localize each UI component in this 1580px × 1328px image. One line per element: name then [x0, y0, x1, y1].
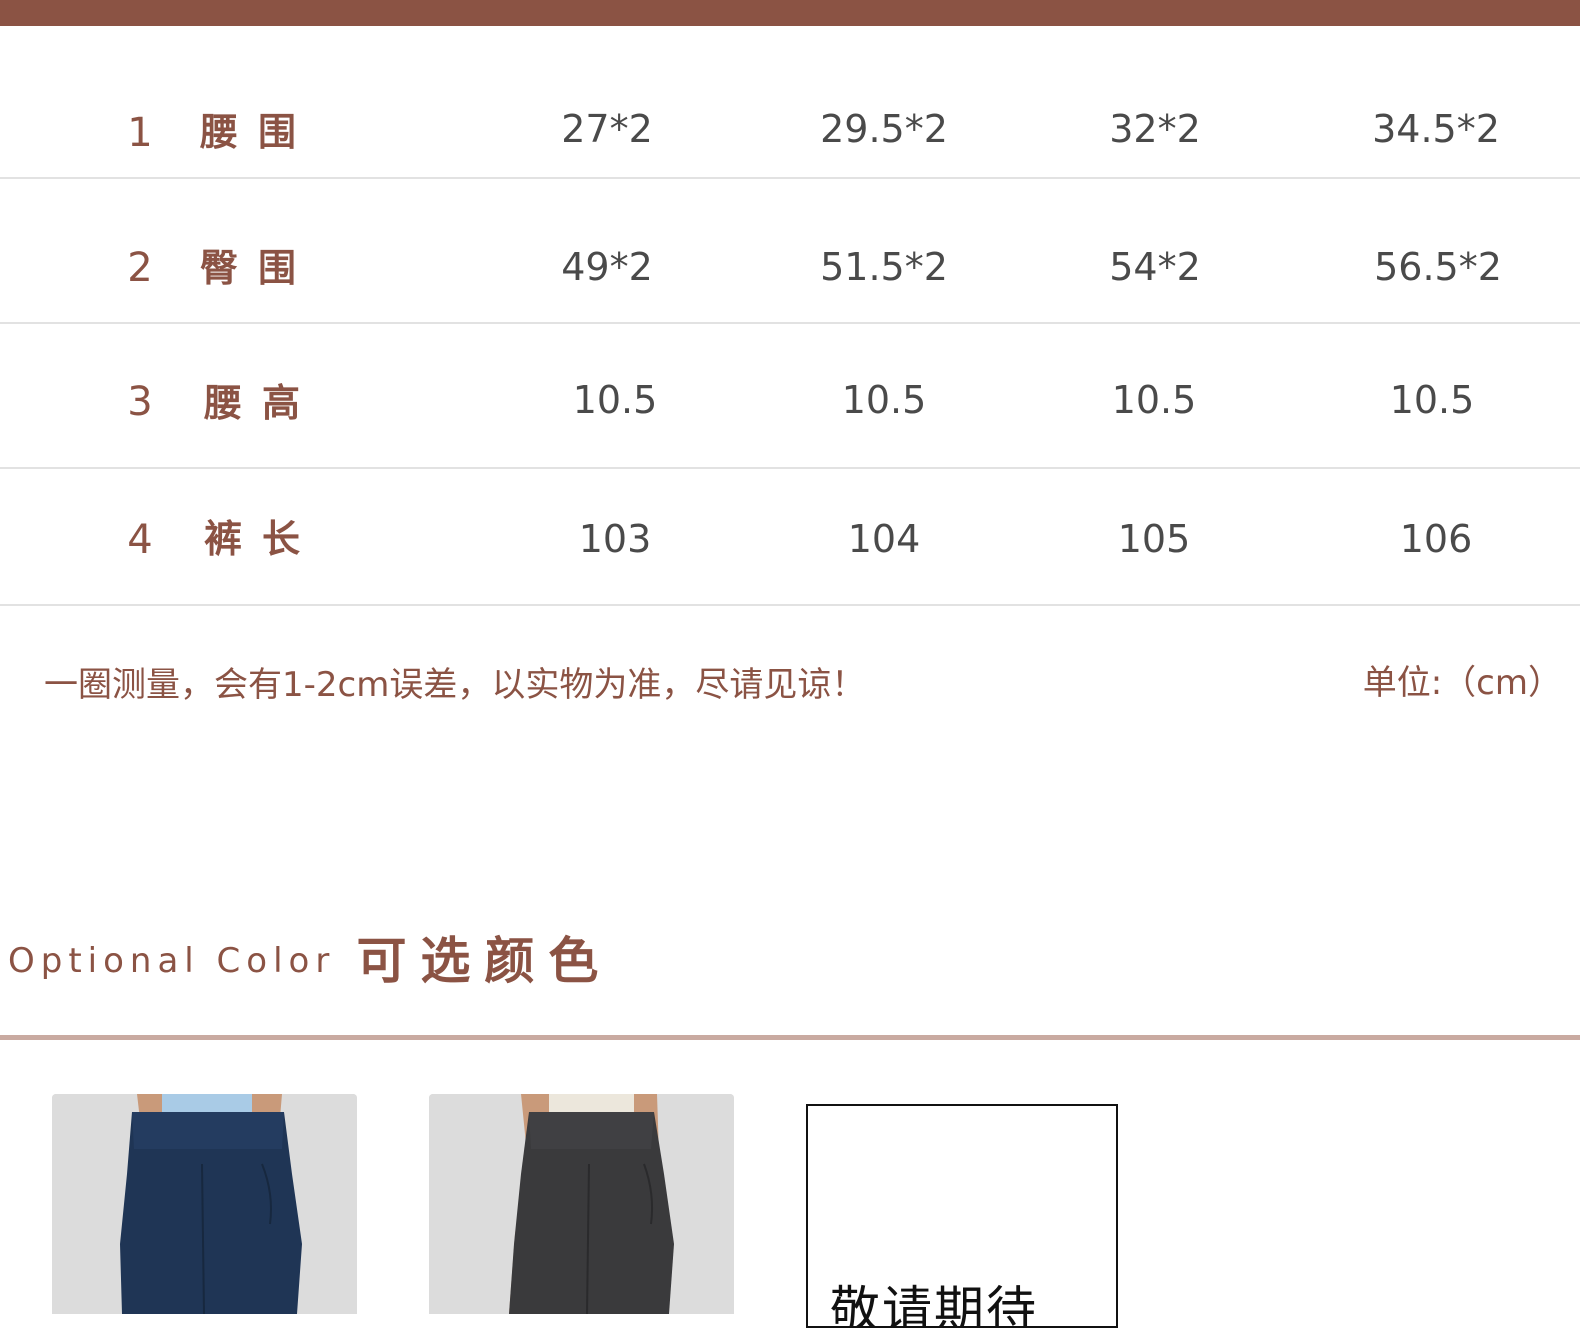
- size-value: 56.5*2: [1374, 245, 1502, 289]
- row-divider: [0, 322, 1580, 324]
- optional-color-heading: Optional Color 可选颜色: [8, 936, 612, 986]
- size-value: 29.5*2: [820, 107, 948, 151]
- row-number: 4: [127, 517, 153, 563]
- size-value: 32*2: [1109, 107, 1201, 151]
- size-value: 49*2: [561, 245, 653, 289]
- size-value: 54*2: [1109, 245, 1201, 289]
- pants-photo-charcoal: [429, 1094, 734, 1314]
- size-value: 10.5: [1111, 378, 1197, 422]
- color-swatch-navy[interactable]: [52, 1094, 357, 1314]
- size-value: 10.5: [1389, 378, 1475, 422]
- row-divider: [0, 467, 1580, 469]
- size-value: 34.5*2: [1372, 107, 1500, 151]
- coming-soon-box: 敬请期待: [806, 1104, 1118, 1328]
- measurement-note: 一圈测量，会有1-2cm误差，以实物为准，尽请见谅！: [44, 665, 866, 705]
- row-number: 1: [127, 110, 153, 156]
- pants-photo-navy: [52, 1094, 357, 1314]
- section-divider: [0, 1035, 1580, 1040]
- row-label: 腰围: [200, 110, 317, 154]
- heading-english: Optional Color: [8, 941, 336, 981]
- row-divider: [0, 604, 1580, 606]
- heading-chinese: 可选颜色: [356, 932, 613, 990]
- row-label: 臀围: [200, 246, 317, 290]
- size-value: 106: [1399, 517, 1473, 561]
- color-swatch-charcoal[interactable]: [429, 1094, 734, 1314]
- row-label: 裤长: [204, 517, 321, 561]
- top-accent-bar: [0, 0, 1580, 26]
- unit-label: 单位:（cm）: [1362, 663, 1562, 703]
- row-number: 2: [127, 245, 153, 291]
- size-value: 105: [1117, 517, 1191, 561]
- row-label: 腰高: [204, 381, 321, 425]
- size-value: 51.5*2: [820, 245, 948, 289]
- size-value: 27*2: [561, 107, 653, 151]
- size-value: 10.5: [841, 378, 927, 422]
- size-value: 10.5: [572, 378, 658, 422]
- row-divider: [0, 177, 1580, 179]
- coming-soon-text: 敬请期待: [830, 1281, 1038, 1328]
- row-number: 3: [127, 379, 153, 425]
- size-value: 103: [578, 517, 652, 561]
- size-value: 104: [847, 517, 921, 561]
